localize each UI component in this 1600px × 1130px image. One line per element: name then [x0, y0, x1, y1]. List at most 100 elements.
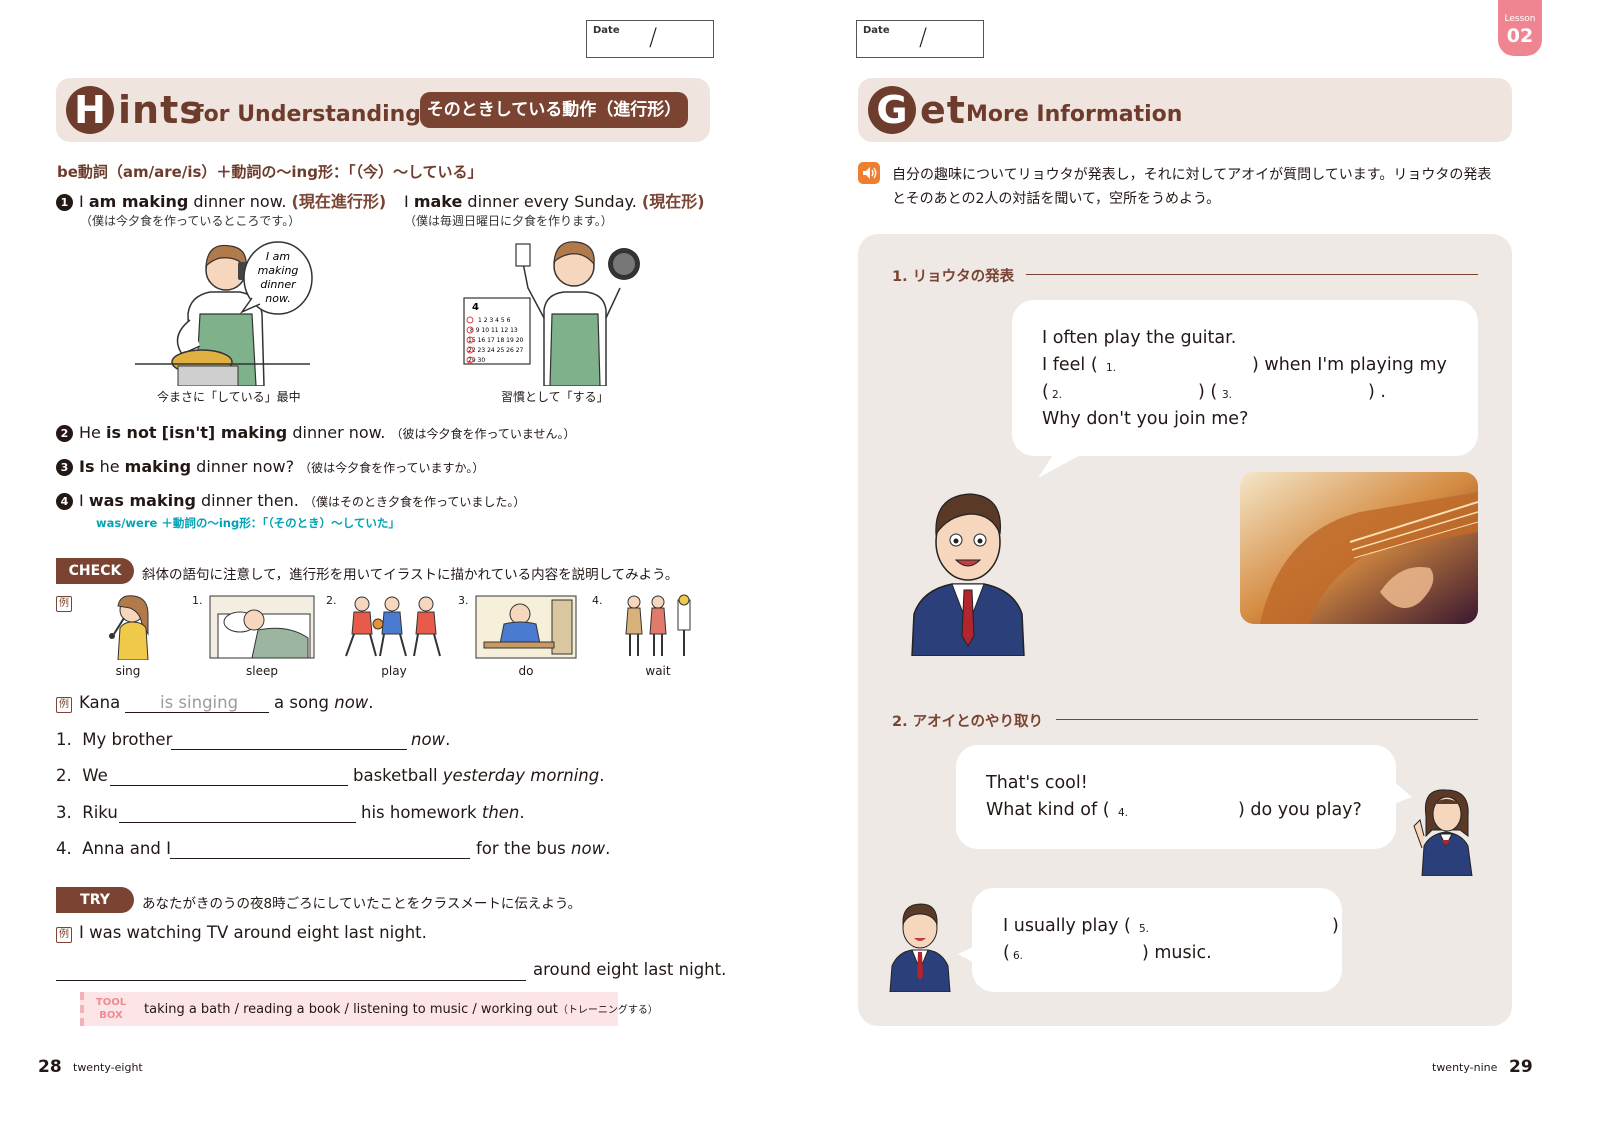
bubble3-line1-start: I usually play (	[1003, 916, 1131, 936]
do-picture	[475, 595, 577, 659]
cooking-phone-illustration: I am making dinner now.	[135, 241, 313, 386]
bubble1-line2-start: I feel (	[1042, 355, 1098, 375]
guitar-photo	[1240, 472, 1478, 624]
bubble1-line2-end: ) when I'm playing my	[1252, 355, 1447, 375]
calendar-row: 1 2 3 4 5 6	[478, 317, 511, 324]
audio-button[interactable]	[858, 162, 880, 184]
check-instruction: 斜体の語句に注意して，進行形を用いてイラストに描かれている内容を説明してみよう。	[142, 567, 679, 583]
bubble1-line3: (	[1042, 382, 1049, 402]
calendar-row: 8 9 10 11 12 13	[470, 327, 518, 334]
bubble3-line2: (	[1003, 943, 1010, 963]
aoi-avatar	[1413, 789, 1473, 876]
bubble-line-2: making	[258, 264, 299, 277]
topic-pill: そのときしている動作（進行形）	[420, 92, 688, 128]
title-subtitle: More Information	[966, 102, 1183, 127]
bubble3-line1-end: )	[1332, 916, 1339, 936]
blank-1-number: 1.	[1106, 362, 1117, 374]
word-sing: sing	[115, 664, 141, 678]
left-page: Date / H ints for Understanding そのときしている…	[0, 0, 790, 1130]
bubble1-line1: I often play the guitar.	[1042, 328, 1237, 348]
section-1-heading: 1. リョウタの発表	[892, 269, 1015, 285]
example-answer: is singing	[160, 693, 239, 712]
example-3: 3 Is he making dinner now? （彼は今夕食を作っていますか…	[56, 457, 484, 476]
blank-3-number: 3.	[1222, 389, 1233, 401]
example-4: 4I was making dinner then. （僕はそのとき夕食を作って…	[56, 491, 525, 510]
example-sentence-subject: Kana	[79, 693, 121, 712]
try-answer-line[interactable]	[56, 980, 526, 981]
answer-line-3[interactable]	[119, 822, 356, 823]
picture-number: 4.	[592, 594, 603, 607]
date-box[interactable]: Date /	[856, 20, 984, 58]
tool-box: TOOL BOX taking a bath / reading a book /…	[80, 992, 658, 1026]
page-word: twenty-eight	[73, 1061, 143, 1074]
habit-illustration: 4 1 2 3 4 5 6 8 9 10 11 12 13 15 16 17 1…	[463, 241, 640, 386]
sentence-4-end: for the bus now.	[476, 839, 611, 858]
example-mark: 例	[56, 697, 72, 713]
try-example: I was watching TV around eight last nigh…	[79, 923, 427, 942]
check-label: CHECK	[56, 558, 134, 584]
try-instruction: あなたがきのうの夜8時ごろにしていたことをクラスメートに伝えよう。	[142, 896, 582, 912]
sentence-3-start: 3. Riku	[56, 803, 118, 822]
speech-bubble-2	[956, 745, 1412, 849]
bubble2-line1: That's cool!	[986, 773, 1088, 793]
title-rest: et	[920, 88, 966, 132]
page-number: 29	[1509, 1057, 1533, 1077]
answer-line-2[interactable]	[110, 785, 348, 786]
sentence-1-end: now.	[411, 730, 451, 749]
number-mark: 1	[56, 194, 73, 211]
blank-6-number: 6.	[1013, 950, 1024, 962]
example-1b: I make dinner every Sunday. (現在形)	[404, 192, 705, 211]
hints-title-bar: H ints for Understanding そのときしている動作（進行形）	[56, 78, 710, 142]
example-1-translation: （僕は今夕食を作っているところです。）	[80, 214, 301, 228]
wait-picture	[625, 594, 691, 656]
example-2: 2 He is not [isn't] making dinner now. （彼…	[56, 423, 576, 442]
bubble-line-4: now.	[265, 292, 291, 305]
example-mark: 例	[56, 596, 72, 612]
caption-habit: 習慣として「する」	[501, 390, 609, 404]
bubble-line-1: I am	[266, 250, 290, 263]
lesson-label: Lesson	[1504, 14, 1536, 24]
sentence-1-start: 1. My brother	[56, 730, 173, 749]
word-wait: wait	[645, 664, 671, 678]
date-label: Date	[863, 25, 890, 36]
number-mark: 2	[56, 425, 73, 442]
ryota-avatar	[911, 493, 1025, 656]
title-initial: H	[66, 86, 114, 134]
tool-box-label: TOOL BOX	[80, 992, 138, 1026]
past-progressive-note: was/were ＋動詞の～ing形：「（そのとき）～していた」	[96, 516, 400, 530]
calendar-row: 22 23 24 25 26 27	[468, 347, 524, 354]
speech-bubble-3	[958, 888, 1342, 992]
word-sleep: sleep	[246, 664, 278, 678]
date-slash: /	[919, 23, 928, 51]
example-sentence-end: a song now.	[274, 693, 374, 712]
word-do: do	[518, 664, 534, 678]
speech-bubble-1	[1012, 300, 1478, 478]
bubble-line-3: dinner	[260, 278, 297, 291]
bubble1-line3-end: ) .	[1368, 382, 1386, 402]
lesson-number: 02	[1506, 25, 1534, 47]
grammar-rule: be動詞（am/are/is）＋動詞の～ing形：「（今）～している」	[57, 163, 483, 181]
sentence-2-start: 2. We	[56, 766, 108, 785]
picture-number: 2.	[326, 594, 337, 607]
bubble2-line2-end: ) do you play?	[1238, 800, 1362, 820]
sentence-4-start: 4. Anna and I	[56, 839, 171, 858]
example-1b-translation: （僕は毎週日曜日に夕食を作ります。）	[404, 214, 613, 228]
blank-2-number: 2.	[1052, 389, 1063, 401]
date-box[interactable]: Date /	[586, 20, 714, 58]
calendar-row: 15 16 17 18 19 20	[468, 337, 524, 344]
speaker-icon	[863, 167, 877, 179]
answer-line-1[interactable]	[171, 749, 407, 750]
number-mark: 3	[56, 459, 73, 476]
title-initial: G	[868, 86, 916, 134]
title-rest: ints	[118, 88, 203, 132]
bubble2-line2-start: What kind of (	[986, 800, 1110, 820]
answer-line-4[interactable]	[170, 858, 470, 859]
try-label: TRY	[56, 887, 134, 913]
tool-box-text: taking a bath / reading a book / listeni…	[144, 1002, 658, 1017]
sing-picture	[109, 595, 149, 660]
bubble1-line4: Why don't you join me?	[1042, 409, 1249, 429]
play-picture	[345, 596, 441, 657]
title-subtitle: for Understanding	[194, 102, 422, 127]
lesson-tab: Lesson 02	[1498, 0, 1542, 56]
caption-now: 今まさに「している」最中	[157, 390, 301, 404]
